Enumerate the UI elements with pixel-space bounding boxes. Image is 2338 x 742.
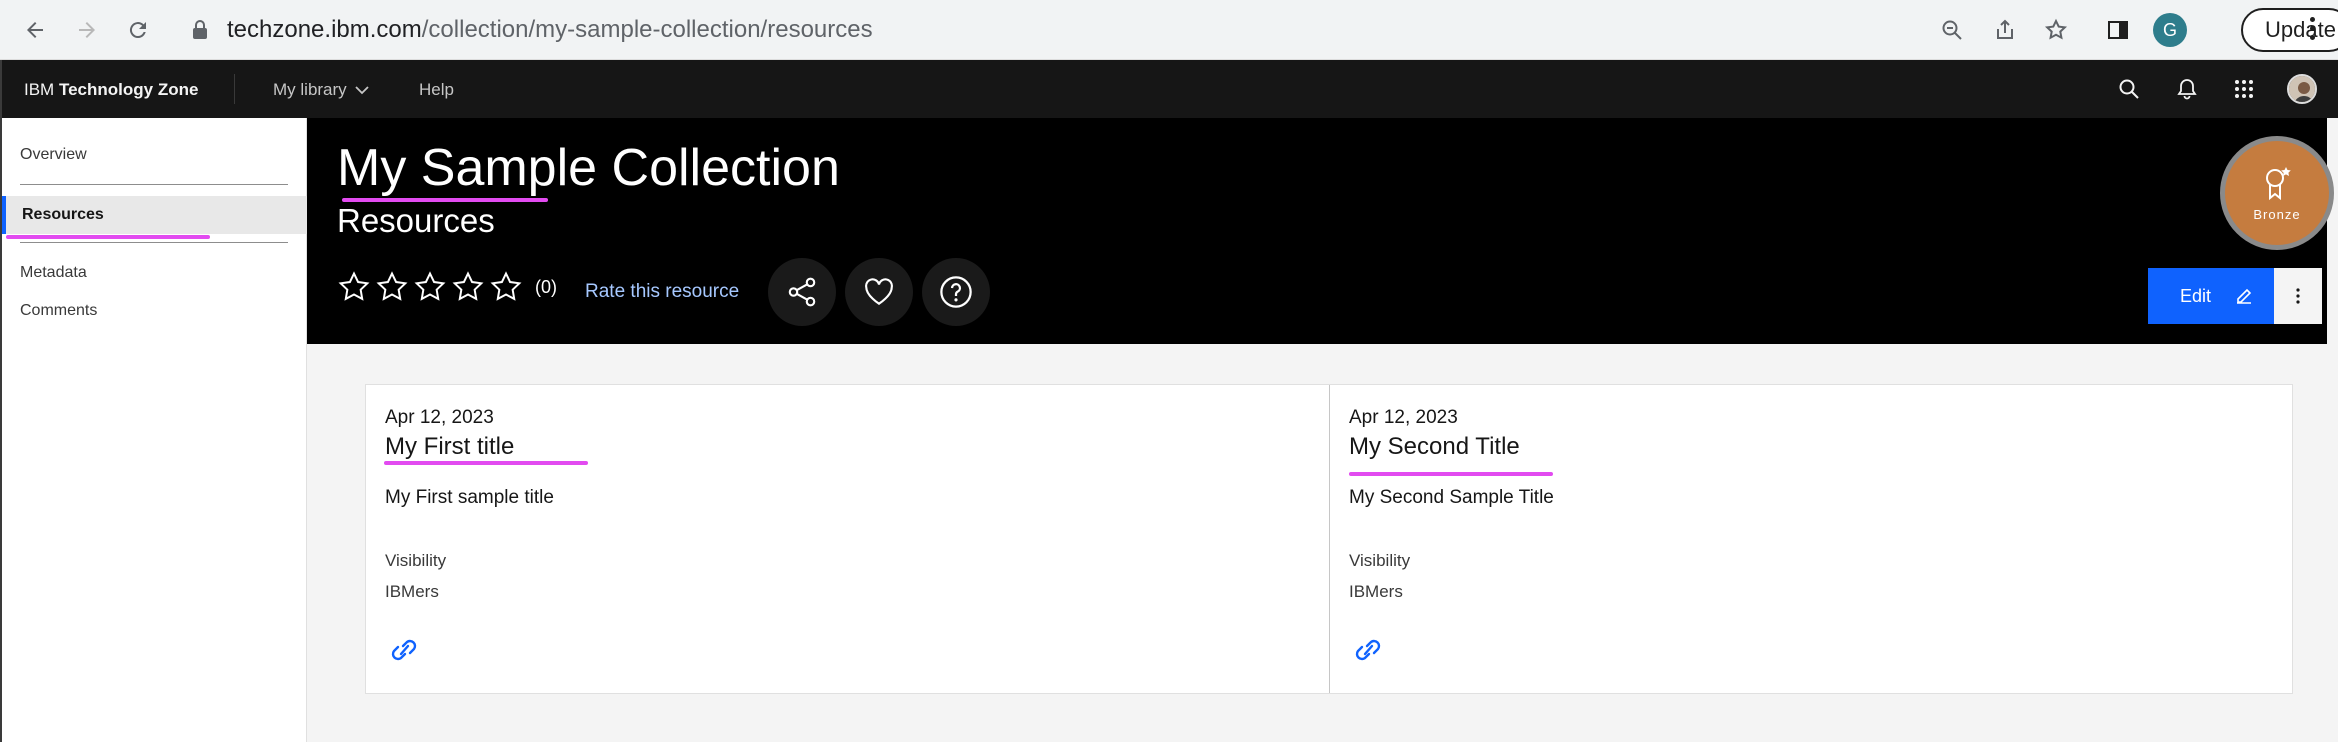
sidebar-item-metadata[interactable]: Metadata [20,264,87,282]
nav-divider [234,74,235,104]
collection-header: My Sample Collection Resources (0) Rate … [307,118,2334,344]
brand-logo[interactable]: IBM Technology Zone [24,80,198,100]
notification-icon[interactable] [2173,75,2201,103]
help-icon [940,276,972,308]
resource-card[interactable]: Apr 12, 2023 My Second Title My Second S… [1330,385,2293,693]
page-title: My Sample Collection [337,139,840,197]
pencil-icon [2237,288,2252,304]
url-text[interactable]: techzone.ibm.com/collection/my-sample-co… [227,16,873,44]
share-icon [788,277,816,307]
resource-card[interactable]: Apr 12, 2023 My First title My First sam… [366,385,1329,693]
sidebar-divider [20,242,288,243]
resource-date: Apr 12, 2023 [385,407,494,428]
forward-icon[interactable] [69,12,105,48]
nav-help[interactable]: Help [419,80,454,100]
help-button[interactable] [922,258,990,326]
bronze-badge[interactable]: Bronze [2220,136,2334,250]
highlight-underline [342,198,548,202]
sidebar-item-resources[interactable]: Resources [2,196,307,234]
visibility-value: IBMers [1349,582,1403,601]
sidebar-divider [20,184,288,185]
award-icon [2266,166,2291,200]
share-button[interactable] [768,258,836,326]
menu-kebab-icon[interactable] [2310,17,2318,43]
heart-icon [865,278,893,305]
highlight-underline [1349,472,1553,476]
star-rating[interactable]: (0) [337,270,557,304]
rate-resource-link[interactable]: Rate this resource [585,281,739,303]
star-icon[interactable] [451,270,485,304]
edit-button[interactable]: Edit [2148,268,2274,324]
profile-avatar[interactable]: G [2153,13,2187,47]
overflow-menu-button[interactable] [2274,268,2322,324]
link-icon[interactable] [1349,635,1387,670]
user-avatar[interactable] [2287,74,2317,104]
browser-toolbar: techzone.ibm.com/collection/my-sample-co… [0,0,2338,60]
star-icon[interactable] [489,270,523,304]
star-icon[interactable] [375,270,409,304]
nav-my-library[interactable]: My library [273,80,369,100]
overflow-menu-icon [2296,288,2300,304]
reload-icon[interactable] [120,12,156,48]
visibility-label: Visibility [1349,551,1411,570]
visibility-label: Visibility [385,551,447,570]
resource-title[interactable]: My First title [385,433,514,461]
app-switcher-icon[interactable] [2230,75,2258,103]
resource-list: Apr 12, 2023 My First title My First sam… [365,384,2293,694]
back-icon[interactable] [17,12,53,48]
highlight-underline [384,461,588,465]
resource-description: My Second Sample Title [1349,487,1554,508]
lock-icon[interactable] [192,20,208,40]
update-button[interactable]: Update [2241,8,2338,52]
resource-description: My First sample title [385,487,554,508]
link-icon[interactable] [385,635,423,670]
resource-title[interactable]: My Second Title [1349,433,1520,461]
resource-date: Apr 12, 2023 [1349,407,1458,428]
bookmark-star-icon[interactable] [2038,12,2074,48]
zoom-icon[interactable] [1934,12,1970,48]
sidebar-item-overview[interactable]: Overview [20,146,87,164]
chevron-down-icon [355,86,369,95]
share-icon[interactable] [1987,12,2023,48]
star-icon[interactable] [413,270,447,304]
star-icon[interactable] [337,270,371,304]
visibility-value: IBMers [385,582,439,601]
favorite-button[interactable] [845,258,913,326]
highlight-underline [6,235,210,239]
sidebar-item-comments[interactable]: Comments [20,302,97,320]
search-icon[interactable] [2115,75,2143,103]
top-navigation: IBM Technology Zone My library Help [0,60,2338,118]
sidepanel-icon[interactable] [2100,12,2136,48]
sidebar: Overview Resources Metadata Comments [0,118,307,742]
page-subtitle: Resources [337,202,495,239]
rating-count: (0) [535,276,557,297]
